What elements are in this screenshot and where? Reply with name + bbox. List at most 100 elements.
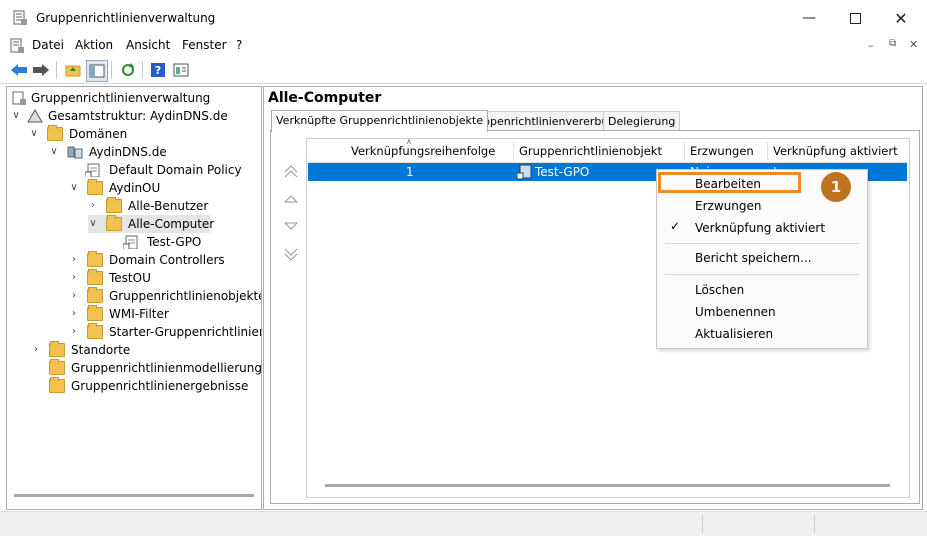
forward-button[interactable] [31, 60, 51, 80]
up-folder-button[interactable] [63, 60, 83, 80]
menu-separator [665, 243, 859, 244]
tree-label: Standorte [71, 343, 131, 357]
col-header-order[interactable]: Verknüpfungsreihenfolge [351, 140, 495, 162]
tab-label: Verknüpfte Gruppenrichtlinienobjekte [276, 114, 484, 127]
tree-label: Gruppenrichtlinienobjekte [109, 289, 262, 303]
chevron-down-icon[interactable]: ∨ [69, 179, 79, 197]
row-gpo-name: Test-GPO [535, 165, 590, 179]
menu-item-aktualisieren[interactable]: Aktualisieren [695, 324, 773, 344]
menu-help[interactable]: ? [236, 38, 242, 52]
close-icon: ✕ [894, 8, 908, 28]
chevron-right-icon[interactable]: › [69, 305, 79, 323]
col-divider[interactable] [684, 142, 685, 160]
row-order: 1 [406, 165, 414, 179]
menu-ansicht[interactable]: Ansicht [126, 38, 170, 52]
menu-bar: Datei Aktion Ansicht Fenster ? – ⧉ ✕ [0, 36, 927, 58]
move-up-icon[interactable] [283, 193, 299, 205]
svg-text:?: ? [155, 64, 161, 77]
menu-item-loeschen[interactable]: Löschen [695, 280, 744, 300]
tree-label: Alle-Computer [128, 217, 215, 231]
child-minimize-icon[interactable]: – [868, 39, 874, 52]
minimize-icon: — [802, 10, 816, 26]
chevron-right-icon[interactable]: › [31, 341, 41, 359]
sites-folder-icon [49, 341, 65, 357]
chevron-right-icon[interactable]: › [69, 269, 79, 287]
page-title: Alle-Computer [268, 90, 382, 106]
gpmc-icon [12, 91, 26, 105]
menu-separator [665, 274, 859, 275]
tab-linked-gpos[interactable]: Verknüpfte Gruppenrichtlinienobjekte [271, 110, 489, 132]
status-divider [702, 515, 703, 533]
tree-label: TestOU [109, 271, 151, 285]
move-bottom-icon[interactable] [283, 246, 299, 262]
chevron-down-icon[interactable]: ∨ [29, 125, 39, 143]
mmc-doc-icon [10, 38, 24, 53]
tree-label: AydinDNS.de [89, 145, 167, 159]
minimize-button[interactable]: — [786, 0, 832, 36]
toolbar: ? [0, 57, 927, 84]
ou-folder-icon [87, 251, 103, 267]
chevron-down-icon[interactable]: ∨ [88, 215, 98, 233]
ou-folder-icon [106, 215, 122, 231]
child-restore-icon[interactable]: ⧉ [889, 38, 896, 49]
back-button[interactable] [9, 60, 29, 80]
console-tree: Gruppenrichtlinienverwaltung ∨ Gesamtstr… [6, 86, 262, 510]
move-down-icon[interactable] [283, 220, 299, 232]
folder-up-icon [65, 65, 81, 77]
tab-delegation[interactable]: Delegierung [603, 111, 681, 131]
step-callout-badge: 1 [821, 172, 851, 202]
chevron-right-icon[interactable]: › [69, 251, 79, 269]
child-close-icon[interactable]: ✕ [909, 38, 918, 51]
forward-arrow-icon [33, 64, 49, 76]
checkmark-icon: ✓ [670, 219, 681, 233]
menu-item-erzwungen[interactable]: Erzwungen [695, 196, 761, 216]
tree-horizontal-scrollbar[interactable] [14, 494, 254, 497]
close-button[interactable]: ✕ [878, 0, 924, 36]
toolbar-separator [111, 61, 112, 79]
maximize-button[interactable] [832, 0, 878, 36]
tree-label: Alle-Benutzer [128, 199, 209, 213]
chevron-right-icon[interactable]: › [88, 197, 98, 215]
maximize-icon [849, 12, 861, 24]
window-title: Gruppenrichtlinienverwaltung [36, 11, 216, 25]
chevron-down-icon[interactable]: ∨ [11, 107, 21, 125]
tree-label: Domain Controllers [109, 253, 225, 267]
menu-fenster[interactable]: Fenster [182, 38, 227, 52]
menu-aktion[interactable]: Aktion [75, 38, 113, 52]
col-header-enforced[interactable]: Erzwungen [690, 140, 754, 162]
tree-label: AydinOU [109, 181, 161, 195]
col-header-enabled[interactable]: Verknüpfung aktiviert [773, 140, 898, 162]
col-divider[interactable] [513, 142, 514, 160]
help-icon: ? [151, 63, 165, 77]
tree-label: Gesamtstruktur: AydinDNS.de [48, 109, 228, 123]
toolbar-separator [56, 61, 57, 79]
forest-icon [27, 109, 43, 123]
refresh-button[interactable] [118, 60, 138, 80]
chevron-right-icon[interactable]: › [69, 323, 79, 341]
ou-folder-icon [106, 197, 122, 213]
tree-label: Gruppenrichtlinienverwaltung [31, 91, 211, 105]
status-bar [0, 511, 927, 536]
help-button[interactable]: ? [148, 60, 168, 80]
col-header-gpo[interactable]: Gruppenrichtlinienobjekt [519, 140, 662, 162]
show-hide-tree-button[interactable] [86, 60, 108, 82]
tree-label: WMI-Filter [109, 307, 169, 321]
properties-button[interactable] [171, 60, 191, 80]
move-top-icon[interactable] [283, 164, 299, 180]
menu-item-verknuepfung-aktiviert[interactable]: Verknüpfung aktiviert [695, 218, 825, 238]
menu-item-umbenennen[interactable]: Umbenennen [695, 302, 776, 322]
col-divider[interactable] [767, 142, 768, 160]
chevron-right-icon[interactable]: › [69, 287, 79, 305]
tree-alle-computer[interactable]: ∨ Alle-Computer [88, 215, 214, 233]
list-horizontal-scrollbar[interactable] [325, 484, 890, 487]
menu-item-bericht-speichern[interactable]: Bericht speichern... [695, 248, 812, 268]
menu-datei[interactable]: Datei [32, 38, 64, 52]
gpo-link-icon [517, 164, 532, 180]
tree-label: Gruppenrichtlinienmodellierung [71, 361, 262, 375]
back-arrow-icon [11, 64, 27, 76]
folder-icon [87, 305, 103, 321]
chevron-down-icon[interactable]: ∨ [49, 143, 59, 161]
domain-icon [67, 146, 83, 159]
properties-icon [173, 63, 189, 77]
modeling-folder-icon [49, 359, 65, 375]
